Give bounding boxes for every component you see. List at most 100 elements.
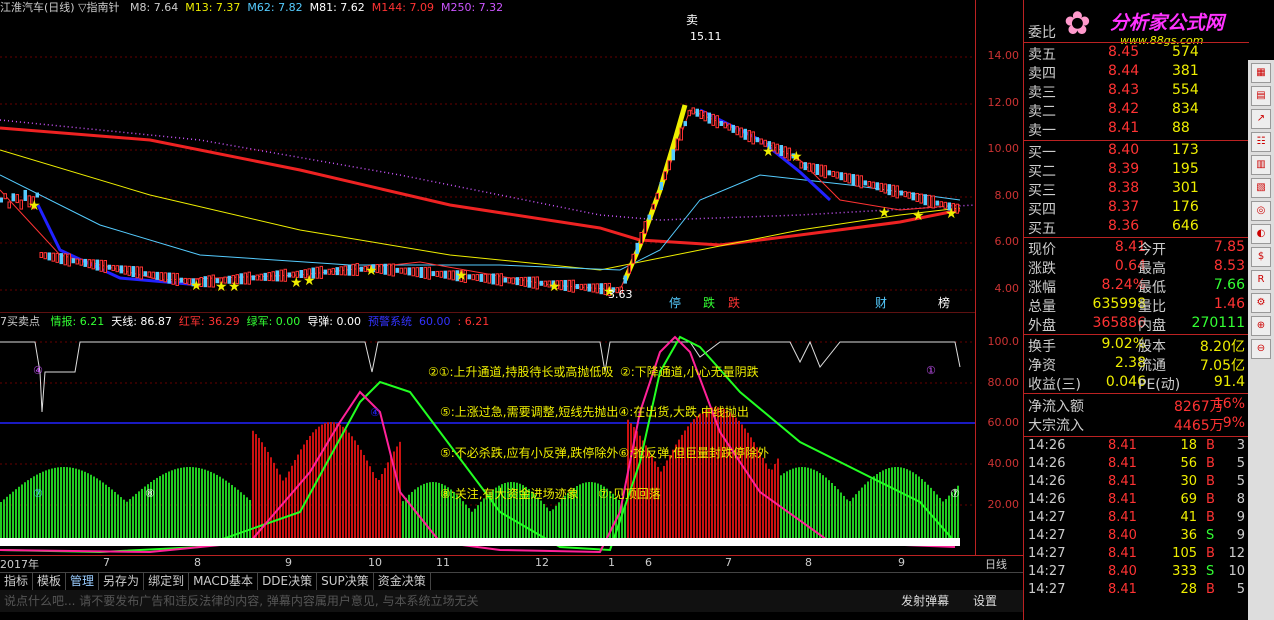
ask-label: 卖五 [1028, 47, 1056, 63]
candle [895, 185, 899, 199]
indicator-bar [405, 497, 407, 542]
candle [731, 124, 735, 133]
candle [471, 274, 475, 281]
candle [667, 160, 671, 171]
quote-row: 外盘 365886 内盘 270111 [1024, 315, 1249, 334]
trade-time: 14:26 [1028, 438, 1066, 453]
tool-icon[interactable]: R [1251, 270, 1271, 290]
quote-value: 8.20亿 [1199, 339, 1245, 355]
indicator-bar [768, 468, 770, 542]
indicator-bar [474, 508, 476, 542]
indicator-bar [759, 452, 761, 542]
tool-icon[interactable]: ▦ [1251, 63, 1271, 83]
candle [415, 267, 419, 278]
x-axis: 2017年 7 8 9 10 11 12 1 6 7 8 9 日线 [0, 555, 1023, 572]
tool-icon[interactable]: ▧ [1251, 178, 1271, 198]
danmaku-input[interactable]: 说点什么吧... 请不要发布广告和违反法律的内容, 弹幕内容属用户意见, 与本系… [4, 594, 479, 608]
indicator-value: 红军: 36.29 [178, 315, 240, 328]
tool-icon[interactable]: ◐ [1251, 224, 1271, 244]
send-danmaku-button[interactable]: 发射弹幕 [901, 594, 949, 608]
price-tick: 8.00 [994, 189, 1020, 202]
tab-bind[interactable]: 绑定到 [144, 573, 190, 590]
tab-dde[interactable]: DDE决策 [258, 573, 318, 590]
candle [523, 276, 527, 287]
period-label[interactable]: 日线 [985, 556, 1007, 572]
candle [807, 162, 811, 172]
indicator-bar [219, 476, 221, 542]
candle [167, 272, 171, 284]
candle [427, 266, 431, 280]
indicator-bar [66, 467, 68, 542]
tool-icon[interactable]: ☷ [1251, 132, 1271, 152]
candle [683, 121, 687, 127]
tool-icon[interactable]: $ [1251, 247, 1271, 267]
tool-icon[interactable]: ⚙ [1251, 293, 1271, 313]
quote-label: 涨幅 [1028, 280, 1056, 296]
tool-icon[interactable]: ▤ [1251, 86, 1271, 106]
candle [775, 143, 779, 154]
indicator-bar [120, 497, 122, 542]
tab-macd[interactable]: MACD基本 [189, 573, 259, 590]
ma-value: M144: 7.09 [371, 1, 434, 14]
indicator-bar [402, 501, 404, 542]
indicator-bar [387, 462, 389, 542]
indicator-bar [369, 466, 371, 542]
indicator-bar [177, 468, 179, 542]
tool-icon[interactable]: ⊖ [1251, 339, 1271, 359]
candle [675, 138, 679, 151]
indicator-chart[interactable]: ②①:上升通道,持股待长或高抛低吸 ②:下降通道,小心无量阴跌 ⑤:上涨过急,需要调… [0, 312, 975, 555]
indicator-bar [213, 473, 215, 542]
indicator-bar [81, 470, 83, 542]
quote-value: 8.24% [1101, 277, 1146, 293]
candle [699, 110, 703, 119]
candle [419, 267, 423, 278]
candle [851, 174, 855, 186]
indicator-bar [204, 469, 206, 542]
indicator-bar [3, 499, 5, 542]
indicator-bar [588, 482, 590, 542]
candle [723, 122, 727, 129]
tool-icon[interactable]: ↗ [1251, 109, 1271, 129]
candle [847, 173, 851, 184]
trade-count: 3 [1236, 438, 1245, 453]
indicator-bar [333, 422, 335, 542]
tool-icon[interactable]: ◎ [1251, 201, 1271, 221]
indicator-bar [339, 424, 341, 542]
tab-save-as[interactable]: 另存为 [99, 573, 145, 590]
ma250-line [0, 119, 975, 221]
indicator-value: 绿军: 0.00 [246, 315, 301, 328]
quote-value: 0.64 [1114, 258, 1146, 274]
candle [23, 189, 27, 201]
indicator-bar [105, 484, 107, 542]
price-chart[interactable]: ★★ ★ ★ ★ ★ ★ ★★ ★★ ★ ★ ★ ★ 卖 15.11 3.63 停 跌 跌 财… [0, 0, 975, 312]
candle [163, 272, 167, 283]
trade-volume: 69 [1180, 492, 1197, 507]
danmaku-settings-button[interactable]: 设置 [973, 594, 997, 608]
quote-panel: ✿ 分析家公式网 www.88gs.com 委比 卖五 8.45 574 卖四 8.44… [1023, 0, 1249, 620]
peak-price-label: 15.11 [690, 30, 722, 43]
candle [247, 271, 251, 285]
tab-sup[interactable]: SUP决策 [317, 573, 374, 590]
tab-indicator[interactable]: 指标 [0, 573, 34, 590]
indicator-bar [390, 456, 392, 542]
indicator-bar [141, 488, 143, 542]
indicator-bar [351, 436, 353, 542]
tab-template[interactable]: 模板 [33, 573, 67, 590]
candle [907, 191, 911, 199]
tab-fund[interactable]: 资金决策 [374, 573, 431, 590]
indicator-bar [579, 484, 581, 542]
quote-label: 换手 [1028, 339, 1056, 355]
quote-value: 270111 [1191, 315, 1245, 331]
trade-side: B [1206, 474, 1215, 489]
tool-icon[interactable]: ⊕ [1251, 316, 1271, 336]
candle [931, 195, 935, 209]
candle [391, 263, 395, 277]
candle [379, 263, 383, 274]
trade-time: 14:26 [1028, 492, 1066, 507]
legend-text: ②:下降通道,小心无量阴跌 [620, 364, 759, 379]
candle [147, 271, 151, 278]
tab-manage[interactable]: 管理 [66, 573, 100, 590]
ask-label: 卖二 [1028, 104, 1056, 120]
tool-icon[interactable]: ▥ [1251, 155, 1271, 175]
indicator-bar [276, 468, 278, 542]
